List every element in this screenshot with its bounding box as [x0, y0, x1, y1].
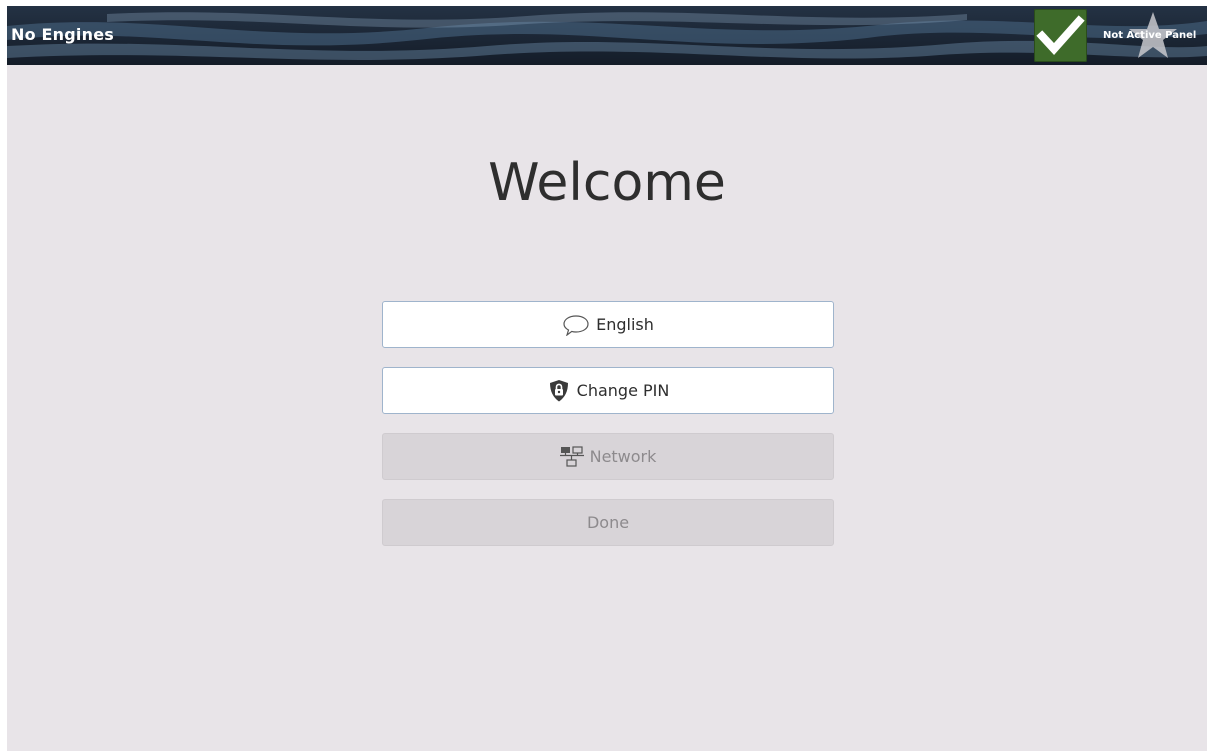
done-button-label: Done — [586, 513, 630, 532]
speech-bubble-icon — [562, 314, 590, 336]
confirm-check-button[interactable] — [1034, 9, 1087, 62]
checkmark-icon — [1036, 15, 1085, 55]
panel-status-label[interactable]: Not Active Panel — [1103, 30, 1196, 41]
page-title: Welcome — [488, 153, 726, 213]
language-button-label: English — [596, 315, 654, 334]
done-button[interactable]: Done — [382, 499, 834, 546]
app-frame: No Engines Not Active Panel Welcome Engl… — [7, 6, 1207, 751]
change-pin-button[interactable]: Change PIN — [382, 367, 834, 414]
language-button[interactable]: English — [382, 301, 834, 348]
engine-status-label: No Engines — [11, 25, 114, 44]
network-icon — [559, 445, 584, 469]
top-status-bar: No Engines Not Active Panel — [7, 6, 1207, 65]
change-pin-button-label: Change PIN — [576, 381, 670, 400]
network-button-label: Network — [589, 447, 657, 466]
header-background-waves — [7, 6, 1207, 65]
network-button[interactable]: Network — [382, 433, 834, 480]
shield-lock-icon — [547, 379, 571, 403]
